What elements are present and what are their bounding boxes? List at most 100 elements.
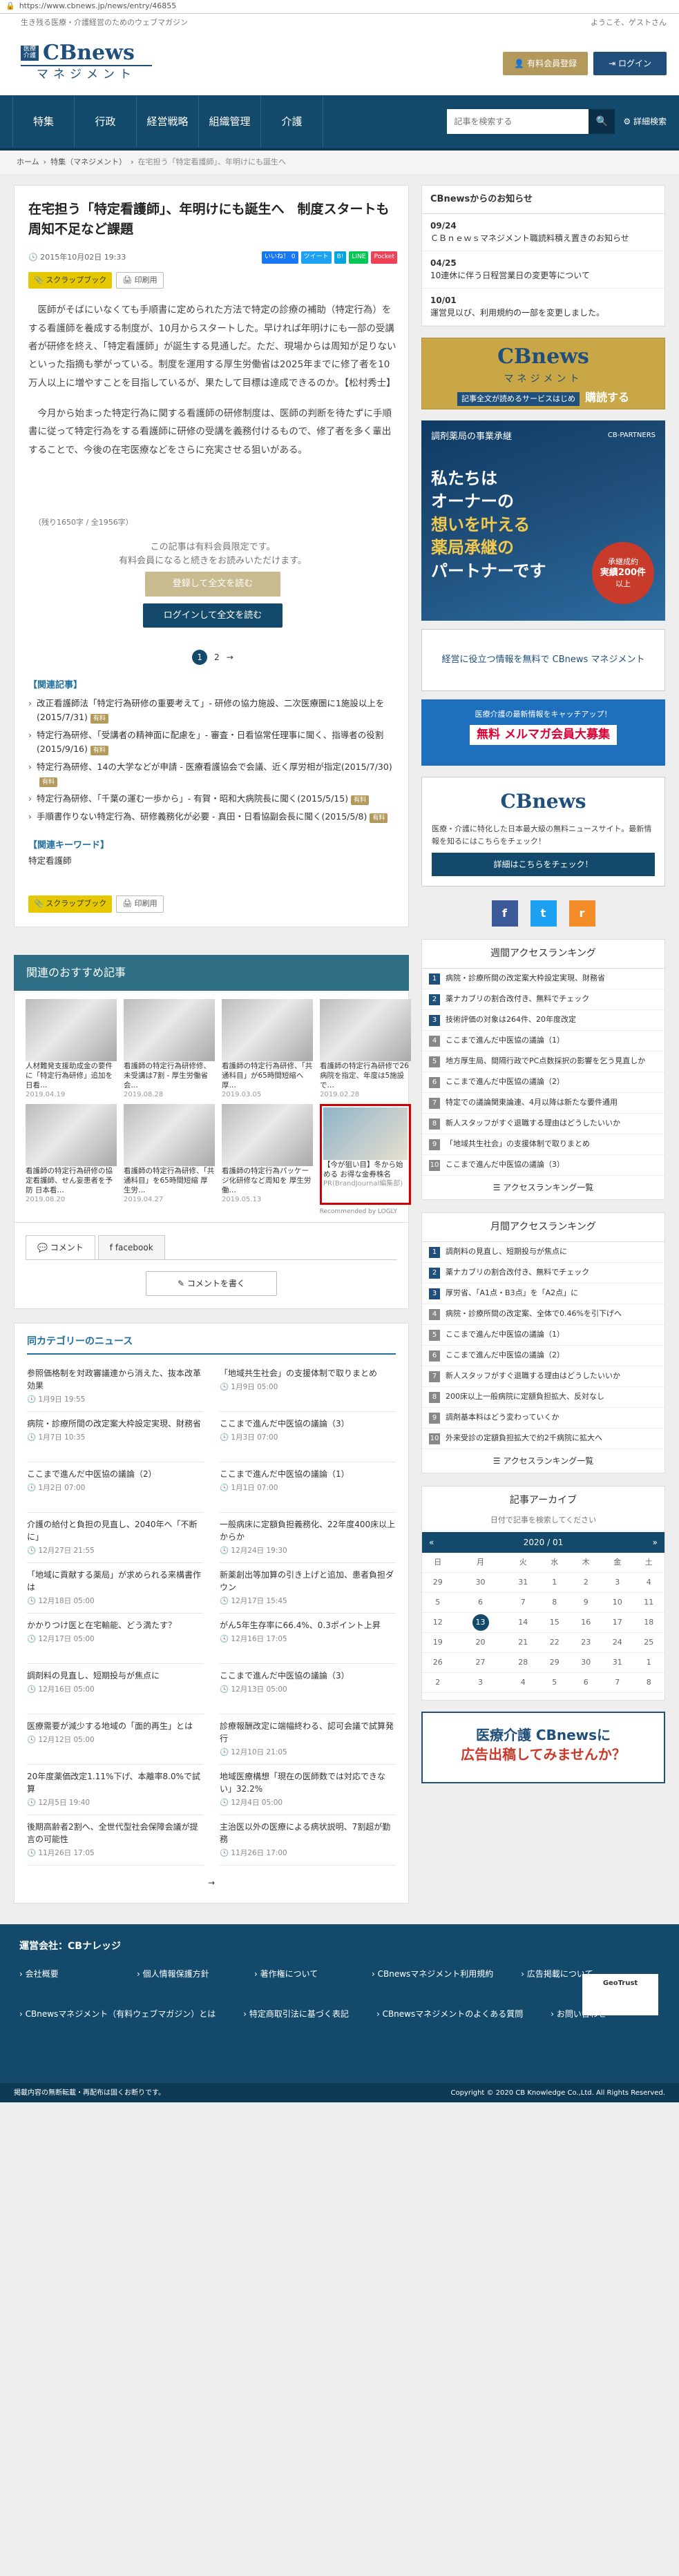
calendar-day[interactable]: 29 bbox=[422, 1572, 454, 1594]
calendar-day[interactable]: 24 bbox=[602, 1632, 633, 1654]
notice-item[interactable]: 04/25 10連休に伴う日程営業日の変更等について bbox=[422, 251, 664, 289]
calendar-day[interactable]: 28 bbox=[507, 1652, 539, 1674]
cbnews-detail-button[interactable]: 詳細はこちらをチェック！ bbox=[432, 853, 655, 877]
calendar-day[interactable]: 30 bbox=[570, 1652, 602, 1674]
search-button[interactable]: 🔍 bbox=[589, 109, 615, 134]
advertise-banner[interactable]: 医療介護 CBnewsに 広告出稿してみませんか？ bbox=[421, 1712, 665, 1784]
calendar-day[interactable]: 2 bbox=[422, 1672, 454, 1694]
recommend-item[interactable]: 看護師の特定行為研修で26病院を指定、年度は5施設で… 2019.02.28 bbox=[320, 998, 411, 1100]
footer-link[interactable]: › 著作権について bbox=[254, 1968, 344, 1980]
nav-item-care[interactable]: 介護 bbox=[261, 95, 323, 148]
ranking-item[interactable]: 5 ここまで進んだ中医協の議論（1） bbox=[422, 1325, 664, 1346]
news-item[interactable]: 「地域共生社会」の支援体制で取りまとめ 🕓 1月9日 05:00 bbox=[220, 1362, 396, 1413]
news-item[interactable]: 診療報酬改定に端幅終わる、認可会議で試算発行 🕓 12月10日 21:05 bbox=[220, 1714, 396, 1765]
news-item[interactable]: 参照価格制を対政審議連から消えた、抜本改革効果 🕓 1月9日 19:55 bbox=[27, 1362, 203, 1413]
tweet-button[interactable]: ツイート bbox=[300, 251, 332, 264]
calendar-day[interactable]: 30 bbox=[453, 1572, 508, 1594]
recommend-ad-item[interactable]: 【今が狙い目】冬から始める お得な金券株名 PR(BrandJournal編集部) bbox=[320, 1103, 411, 1205]
page-next[interactable]: → bbox=[227, 651, 233, 664]
news-item[interactable]: ここまで進んだ中医協の議論（3） 🕓 12月13日 05:00 bbox=[220, 1664, 396, 1715]
news-item[interactable]: 一般病床に定額負担義務化、22年度400床以上からか 🕓 12月24日 19:30 bbox=[220, 1513, 396, 1564]
news-item[interactable]: 病院・診療所間の改定案大枠設定実現、財務省 🕓 1月7日 10:35 bbox=[27, 1412, 203, 1463]
ranking-item[interactable]: 3 技術評価の対象は264件、20年度改定 bbox=[422, 1010, 664, 1032]
calendar-day[interactable]: 8 bbox=[539, 1592, 571, 1614]
recommend-item[interactable]: 看護師の特定行為パッケージ化研修など周知を 厚生労働… 2019.05.13 bbox=[222, 1103, 313, 1205]
line-button[interactable]: LINE bbox=[349, 251, 369, 264]
fb-like-button[interactable]: いいね！ 0 bbox=[261, 251, 298, 264]
rss-icon[interactable]: r bbox=[568, 900, 595, 927]
nav-item-admin[interactable]: 行政 bbox=[75, 95, 137, 148]
print-button[interactable]: 🖨 印刷用 bbox=[116, 271, 164, 289]
calendar-day[interactable]: 3 bbox=[453, 1672, 508, 1694]
news-item[interactable]: 新薬創出等加算の引き上げと追加、患者負担ダウン 🕓 12月17日 15:45 bbox=[220, 1563, 396, 1614]
calendar-day[interactable]: 10 bbox=[602, 1592, 633, 1614]
calendar-day[interactable]: 8 bbox=[633, 1672, 664, 1694]
calendar-day[interactable]: 18 bbox=[633, 1612, 664, 1634]
calendar-day[interactable]: 6 bbox=[570, 1672, 602, 1694]
news-item[interactable]: ここまで進んだ中医協の議論（2） 🕓 1月2日 07:00 bbox=[27, 1462, 203, 1513]
ranking-item[interactable]: 4 病院・診療所間の改定案、全体で0.46%を引下げへ bbox=[422, 1304, 664, 1326]
calendar-day[interactable]: 2 bbox=[570, 1572, 602, 1594]
calendar-day[interactable]: 29 bbox=[539, 1652, 571, 1674]
news-next-page[interactable]: → bbox=[27, 1877, 396, 1889]
ranking-item[interactable]: 10 外来受診の定額負担拡大で約2千病院に拡大へ bbox=[422, 1429, 664, 1450]
ranking-item[interactable]: 5 地方厚生局、間隔行政でPC点数採択の影響を乞う見直しか bbox=[422, 1052, 664, 1073]
calendar-day[interactable]: 17 bbox=[602, 1612, 633, 1634]
calendar-day[interactable]: 7 bbox=[602, 1672, 633, 1694]
calendar-day[interactable]: 5 bbox=[422, 1592, 454, 1614]
calendar-day[interactable]: 7 bbox=[507, 1592, 539, 1614]
ranking-item[interactable]: 3 厚労省、「A1点・B3点」を「A2点」に bbox=[422, 1284, 664, 1305]
calendar-day[interactable]: 14 bbox=[507, 1612, 539, 1634]
facebook-icon[interactable]: f bbox=[491, 900, 518, 927]
calendar-day[interactable]: 3 bbox=[602, 1572, 633, 1594]
calendar-day[interactable]: 11 bbox=[633, 1592, 664, 1614]
page-1[interactable]: 1 bbox=[192, 650, 208, 666]
nav-item-strategy[interactable]: 経営戦略 bbox=[137, 95, 199, 148]
related-item[interactable]: 改正看護師法「特定行為研修の重要考えて」- 研修の協力施設、二次医療圏に1施設以… bbox=[28, 697, 397, 724]
news-item[interactable]: 「地域に貢献する薬局」が求められる来構書作は 🕓 12月18日 05:00 bbox=[27, 1563, 203, 1614]
calendar-day[interactable]: 16 bbox=[570, 1612, 602, 1634]
calendar-day[interactable]: 31 bbox=[602, 1652, 633, 1674]
calendar-day[interactable]: 5 bbox=[539, 1672, 571, 1694]
ranking-item[interactable]: 8 新人スタッフがすぐ退職する理由はどうしたいいか bbox=[422, 1114, 664, 1135]
ranking-item[interactable]: 9 「地域共生社会」の支援体制で取りまとめ bbox=[422, 1134, 664, 1156]
ranking-item[interactable]: 10 ここまで進んだ中医協の議論（3） bbox=[422, 1155, 664, 1176]
ranking-item[interactable]: 7 特定での議論関東論連、4月以降は新たな要件通用 bbox=[422, 1093, 664, 1114]
write-comment-button[interactable]: ✎ コメントを書く bbox=[146, 1271, 277, 1297]
footer-link[interactable]: › CBnewsマネジメントのよくある質問 bbox=[376, 2008, 523, 2020]
news-item[interactable]: ここまで進んだ中医協の議論（3） 🕓 1月3日 07:00 bbox=[220, 1412, 396, 1463]
news-item[interactable]: かかりつけ医と在宅輸能、どう満たす？ 🕓 12月17日 05:00 bbox=[27, 1614, 203, 1665]
calendar-day[interactable]: 6 bbox=[453, 1592, 508, 1614]
register-read-button[interactable]: 登録して全文を読む bbox=[144, 572, 281, 597]
subscribe-banner[interactable]: CBnews マネジメント 記事全文が読めるサービスはじめ 購読する bbox=[421, 338, 665, 410]
ranking-item[interactable]: 2 薬ナカブリの割合改付き、無料でチェック bbox=[422, 1263, 664, 1284]
cbnews-free-ad[interactable]: 経営に役立つ情報を無料で CBnews マネジメント bbox=[421, 629, 665, 692]
ranking-item[interactable]: 8 200床以上一般病院に定額負担拡大、反対なし bbox=[422, 1387, 664, 1408]
ranking-item[interactable]: 6 ここまで進んだ中医協の議論（2） bbox=[422, 1346, 664, 1367]
mailmag-ad[interactable]: 医療介護の最新情報をキャッチアップ！ 無料 メルマガ会員大募集 bbox=[421, 699, 665, 766]
calendar-day[interactable]: 31 bbox=[507, 1572, 539, 1594]
next-month-button[interactable]: » bbox=[653, 1536, 658, 1549]
tab-comment[interactable]: 💬 コメント bbox=[26, 1235, 95, 1260]
calendar-day[interactable]: 27 bbox=[453, 1652, 508, 1674]
member-register-button[interactable]: 👤 有料会員登録 bbox=[503, 52, 589, 75]
calendar-day[interactable]: 13 bbox=[453, 1612, 508, 1634]
ranking-item[interactable]: 1 調剤料の見直し、短期投与が焦点に bbox=[422, 1242, 664, 1263]
related-item[interactable]: 特定行為研修、「千葉の運む一歩から」- 有賀・昭和大病院長に聞く(2015/5/… bbox=[28, 792, 397, 806]
prev-month-button[interactable]: « bbox=[429, 1536, 434, 1549]
monthly-ranking-more[interactable]: ☰ アクセスランキング一覧 bbox=[422, 1455, 664, 1467]
footer-link[interactable]: › 個人情報保護方針 bbox=[137, 1968, 227, 1980]
weekly-ranking-more[interactable]: ☰ アクセスランキング一覧 bbox=[422, 1181, 664, 1194]
recommend-item[interactable]: 看護師の特定行為研修の協定看護師、せん妄患者を予防 日本看… 2019.08.20 bbox=[26, 1103, 117, 1205]
recommend-item[interactable]: 看護師の特定行為研修、「共通科目」を65時間短縮 厚生労… 2019.04.27 bbox=[124, 1103, 215, 1205]
related-item[interactable]: 特定行為研修、14の大学などが申請 - 医療看護協会で会議、近く厚労相が指定(2… bbox=[28, 760, 397, 788]
tab-facebook[interactable]: f facebook bbox=[97, 1235, 165, 1260]
nav-item-org[interactable]: 組織管理 bbox=[199, 95, 261, 148]
calendar-day[interactable]: 20 bbox=[453, 1632, 508, 1654]
news-item[interactable]: 後期高齢者2割へ、全世代型社会保障会議が提言の可能性 🕓 11月26日 17:05 bbox=[27, 1815, 203, 1866]
scrapbook-button-bottom[interactable]: 📎 スクラップブック bbox=[28, 895, 113, 913]
notice-item[interactable]: 09/24 ＣＢｎｅｗｓマネジメント職読料積え置きのお知らせ bbox=[422, 214, 664, 251]
login-button[interactable]: ⇥ ログイン bbox=[593, 52, 667, 75]
related-item[interactable]: 特定行為研修、「受講者の精神面に配慮を」- 審査・日看協常任理事に聞く、指導者の… bbox=[28, 728, 397, 756]
scrapbook-button[interactable]: 📎 スクラップブック bbox=[28, 271, 113, 289]
